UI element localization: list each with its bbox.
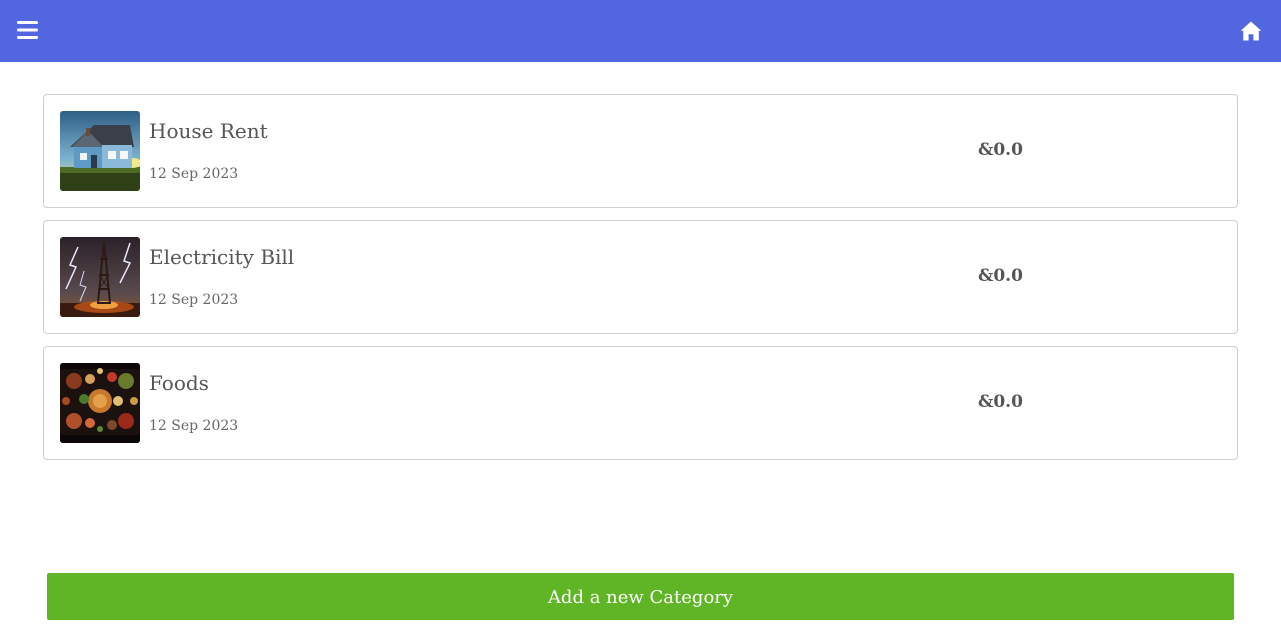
category-date: 12 Sep 2023 xyxy=(149,166,239,182)
add-category-button[interactable]: Add a new Category xyxy=(47,573,1234,620)
category-name: Foods xyxy=(149,371,209,395)
top-app-bar xyxy=(0,0,1281,62)
category-date: 12 Sep 2023 xyxy=(149,418,239,434)
food-platter-photo xyxy=(60,363,140,443)
category-list: House Rent 12 Sep 2023 &0.0 Electricity … xyxy=(43,94,1238,472)
home-icon[interactable] xyxy=(1240,20,1262,42)
category-amount: &0.0 xyxy=(978,266,1023,286)
category-name: House Rent xyxy=(149,119,268,143)
category-amount: &0.0 xyxy=(978,392,1023,412)
category-card-electricity-bill[interactable]: Electricity Bill 12 Sep 2023 &0.0 xyxy=(43,220,1238,334)
electricity-tower-lightning-photo xyxy=(60,237,140,317)
category-card-foods[interactable]: Foods 12 Sep 2023 &0.0 xyxy=(43,346,1238,460)
category-amount: &0.0 xyxy=(978,140,1023,160)
house-photo xyxy=(60,111,140,191)
category-card-house-rent[interactable]: House Rent 12 Sep 2023 &0.0 xyxy=(43,94,1238,208)
category-date: 12 Sep 2023 xyxy=(149,292,239,308)
category-name: Electricity Bill xyxy=(149,245,295,269)
hamburger-menu-icon[interactable] xyxy=(17,20,39,40)
